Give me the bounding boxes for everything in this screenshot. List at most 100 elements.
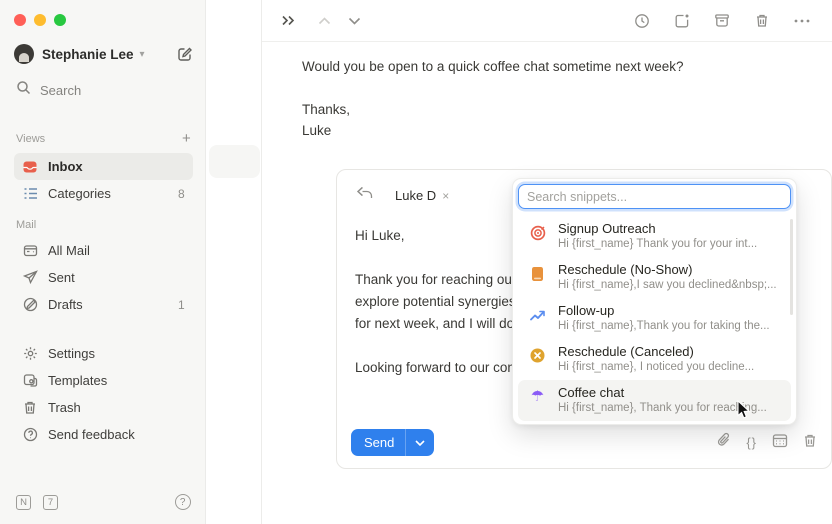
sidebar: Stephanie Lee ▾ Search Views +: [0, 0, 206, 524]
thread-toolbar: [262, 0, 832, 42]
minimize-window-button[interactable]: [34, 14, 46, 26]
snippet-preview: Hi {first_name}, Thank you for reaching.…: [558, 401, 767, 416]
target-icon: [529, 224, 546, 241]
compose-icon[interactable]: [177, 46, 193, 62]
sidebar-item-label: Send feedback: [48, 427, 135, 442]
account-switcher[interactable]: Stephanie Lee ▾: [14, 44, 193, 64]
discard-draft-icon[interactable]: [803, 433, 817, 453]
attachment-icon[interactable]: [717, 432, 731, 453]
snippets-dropdown: Signup Outreach Hi {first_name} Thank yo…: [512, 178, 797, 425]
sidebar-item-label: Drafts: [48, 297, 83, 312]
open-in-new-icon[interactable]: [668, 7, 696, 35]
question-circle-icon: [22, 427, 38, 443]
sidebar-item-categories[interactable]: Categories 8: [14, 180, 193, 207]
sidebar-footer: N 7 ?: [14, 490, 193, 514]
composer-footer: Send {}: [351, 429, 817, 456]
categories-icon: [22, 186, 38, 202]
email-body-line: Would you be open to a quick coffee chat…: [302, 56, 832, 77]
sidebar-item-templates[interactable]: Templates: [14, 367, 193, 394]
send-options-chevron-icon[interactable]: [406, 440, 434, 446]
trash-icon: [22, 400, 38, 416]
collapsed-list-column: [206, 0, 262, 524]
chevron-down-icon: ▾: [140, 49, 145, 60]
sidebar-item-all-mail[interactable]: All Mail: [14, 237, 193, 264]
snippet-item-reschedule-canceled[interactable]: Reschedule (Canceled) Hi {first_name}, I…: [518, 339, 791, 380]
snippet-preview: Hi {first_name},Thank you for taking the…: [558, 319, 770, 334]
snippet-preview: Hi {first_name}, I noticed you decline..…: [558, 360, 754, 375]
snooze-clock-icon[interactable]: [628, 7, 656, 35]
close-window-button[interactable]: [14, 14, 26, 26]
snippet-title: Reschedule (Canceled): [558, 344, 754, 360]
sidebar-item-label: Templates: [48, 373, 107, 388]
send-button[interactable]: Send: [351, 429, 434, 456]
sidebar-item-send-feedback[interactable]: Send feedback: [14, 421, 193, 448]
all-mail-icon: [22, 243, 38, 259]
search-label: Search: [40, 83, 81, 98]
avatar: [14, 44, 34, 64]
recipient-chip[interactable]: Luke D ×: [395, 188, 449, 203]
snippet-list-scrollbar[interactable]: [790, 219, 793, 315]
umbrella-icon: ☂: [529, 388, 546, 405]
reply-all-icon: [355, 186, 373, 205]
drafts-icon: [22, 297, 38, 313]
snippet-item-signup-outreach[interactable]: Signup Outreach Hi {first_name} Thank yo…: [518, 216, 791, 257]
snippet-item-follow-up[interactable]: Follow-up Hi {first_name},Thank you for …: [518, 298, 791, 339]
snippet-list: Signup Outreach Hi {first_name} Thank yo…: [518, 216, 791, 421]
thread-actions: [628, 7, 816, 35]
zigzag-arrow-icon: [529, 306, 546, 323]
add-view-button[interactable]: +: [182, 130, 191, 147]
cancel-icon: [529, 347, 546, 364]
previous-email-icon[interactable]: [310, 7, 338, 35]
snippets-variables-icon[interactable]: {}: [746, 435, 757, 450]
send-plane-icon: [22, 270, 38, 286]
snippet-title: Reschedule (No-Show): [558, 262, 777, 278]
sidebar-item-label: Sent: [48, 270, 75, 285]
app-window: Stephanie Lee ▾ Search Views +: [0, 0, 832, 524]
sidebar-item-label: Categories: [48, 186, 111, 201]
inbox-icon: [22, 159, 38, 175]
snippet-title: Coffee chat: [558, 385, 767, 401]
mouse-cursor: [737, 400, 752, 425]
profile-name: Stephanie Lee: [42, 47, 134, 62]
sidebar-item-inbox[interactable]: Inbox: [14, 153, 193, 180]
snippet-preview: Hi {first_name},I saw you declined&nbsp;…: [558, 278, 777, 293]
composer-tools: {}: [717, 432, 817, 453]
archive-icon[interactable]: [708, 7, 736, 35]
schedule-calendar-icon[interactable]: [772, 433, 788, 453]
book-icon: [529, 265, 546, 282]
snippet-item-reschedule-no-show[interactable]: Reschedule (No-Show) Hi {first_name},I s…: [518, 257, 791, 298]
sidebar-item-label: All Mail: [48, 243, 90, 258]
views-section-header: Views +: [16, 130, 191, 147]
sidebar-item-sent[interactable]: Sent: [14, 264, 193, 291]
window-controls: [14, 14, 193, 26]
send-button-label: Send: [364, 435, 405, 450]
notion-app-icon[interactable]: N: [16, 495, 31, 510]
search-button[interactable]: Search: [14, 76, 193, 104]
help-icon[interactable]: ?: [175, 494, 191, 510]
search-icon: [16, 80, 31, 100]
snippet-title: Follow-up: [558, 303, 770, 319]
snippet-preview: Hi {first_name} Thank you for your int..…: [558, 237, 757, 252]
remove-recipient-icon[interactable]: ×: [442, 189, 449, 203]
calendar-app-icon[interactable]: 7: [43, 495, 58, 510]
collapse-panel-icon[interactable]: [274, 7, 302, 35]
recipient-name: Luke D: [395, 188, 436, 203]
sidebar-item-label: Settings: [48, 346, 95, 361]
next-email-icon[interactable]: [340, 7, 368, 35]
drafts-count: 1: [178, 298, 185, 312]
templates-icon: [22, 373, 38, 389]
list-item-ghost: [209, 145, 260, 178]
email-signoff: Thanks,: [302, 99, 832, 120]
more-options-icon[interactable]: [788, 7, 816, 35]
sidebar-item-trash[interactable]: Trash: [14, 394, 193, 421]
gear-icon: [22, 346, 38, 362]
email-sender-name: Luke: [302, 120, 832, 141]
mail-section-header: Mail: [16, 219, 191, 231]
sidebar-item-label: Trash: [48, 400, 81, 415]
zoom-window-button[interactable]: [54, 14, 66, 26]
sidebar-item-settings[interactable]: Settings: [14, 340, 193, 367]
sidebar-item-drafts[interactable]: Drafts 1: [14, 291, 193, 318]
categories-count: 8: [178, 187, 185, 201]
snippet-search-input[interactable]: [518, 184, 791, 209]
trash-icon[interactable]: [748, 7, 776, 35]
